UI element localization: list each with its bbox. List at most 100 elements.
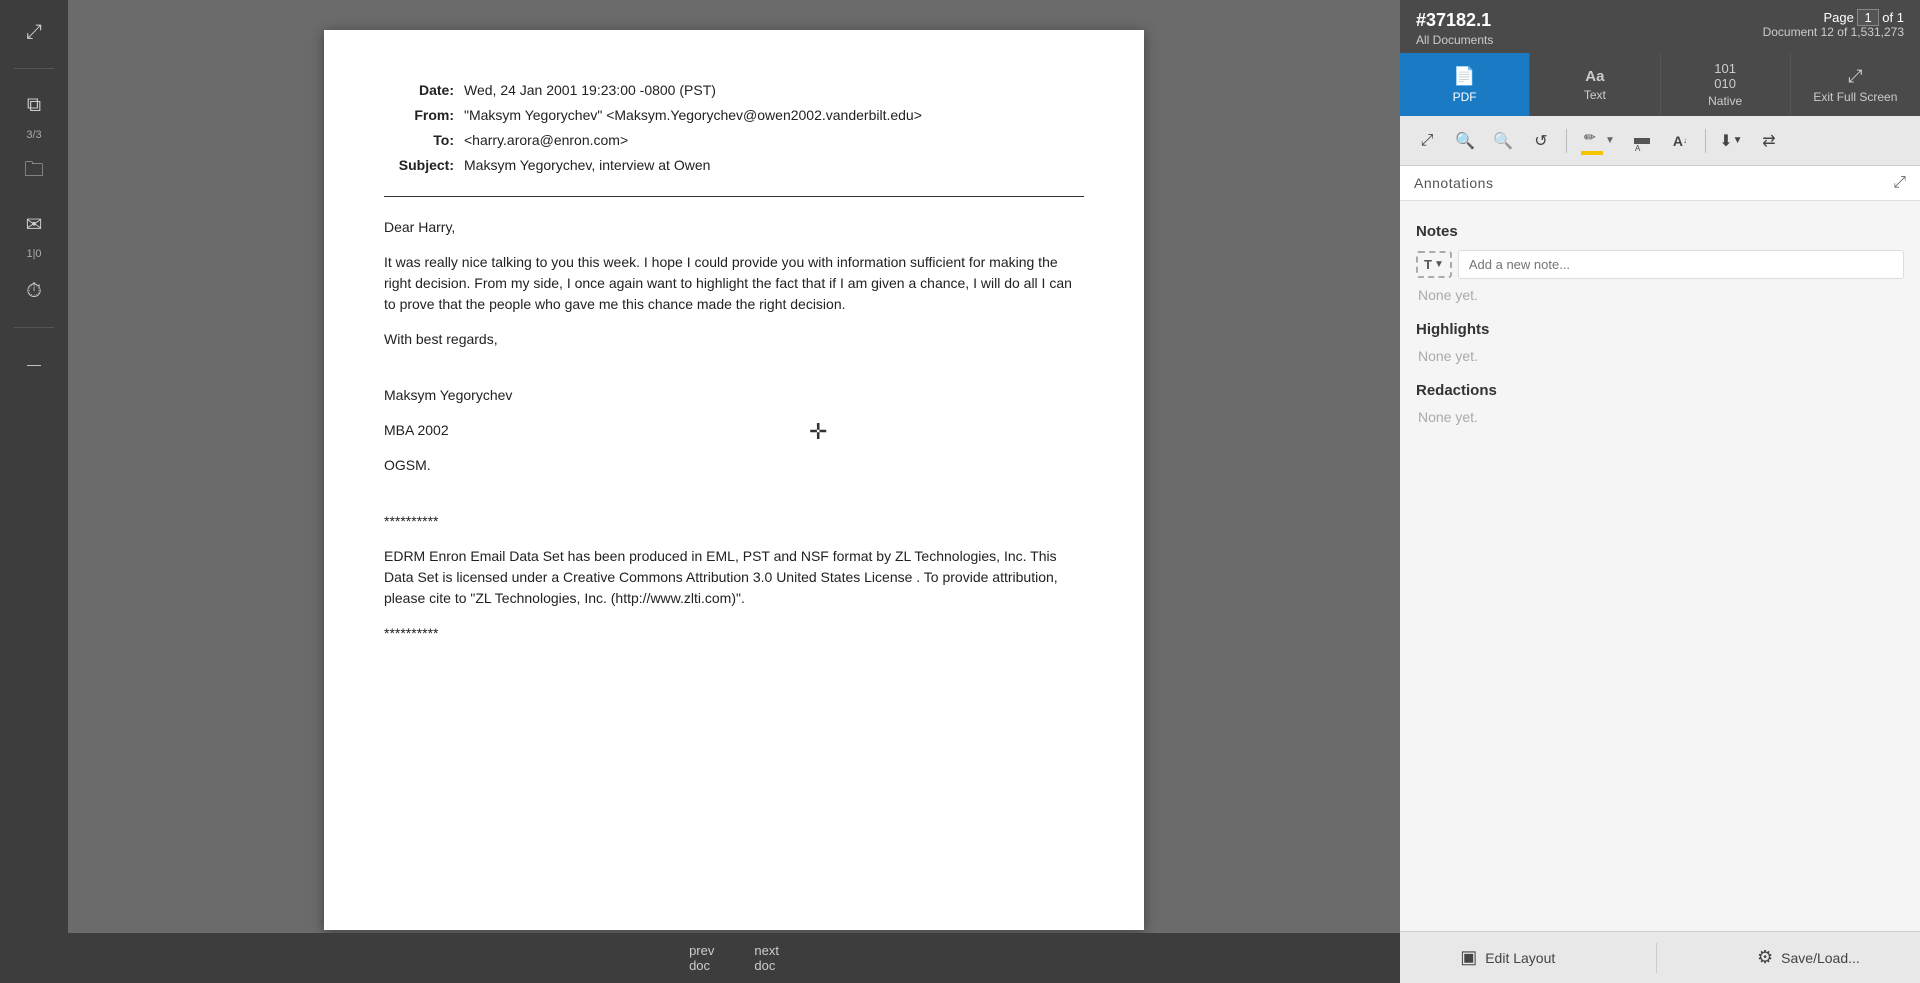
note-input-field[interactable] [1458,250,1904,279]
zoom-out-button[interactable]: 🔍 [1486,125,1520,157]
highlight-icon: ✏ [1581,126,1603,155]
copy-label: 3/3 [26,129,41,142]
pdf-icon: 📄 [1453,66,1475,87]
sidebar: ⤢ ⧉ 3/3 🗀 ✉ 1|0 ⏱ — [0,0,68,983]
note-type-button[interactable]: T ▼ [1416,251,1452,278]
from-label: From: [384,105,454,126]
share-button[interactable]: ⇄ [1752,125,1786,157]
body-paragraph1: It was really nice talking to you this w… [384,252,1084,315]
right-panel: #37182.1 All Documents Page 1 of 1 Docum… [1400,0,1920,983]
email-label: 1|0 [26,248,41,261]
redactions-section-title: Redactions [1416,382,1904,399]
save-load-label: Save/Load... [1781,950,1860,966]
doc-count: Document 12 of 1,531,273 [1763,25,1904,39]
highlight-dropdown-icon[interactable]: ▼ [1605,135,1615,146]
toolbar-divider-2 [1705,129,1706,153]
sidebar-history-group: ⏱ [12,269,56,313]
sidebar-expand-group: ⤢ [12,10,56,54]
text-tab-label: Text [1584,88,1606,102]
fullscreen-icon: ⤢ [1848,66,1862,87]
native-tab-label: Native [1708,94,1742,108]
save-load-button[interactable]: ⚙ Save/Load... [1737,941,1880,974]
document-scroll[interactable]: Date: Wed, 24 Jan 2001 19:23:00 -0800 (P… [68,0,1400,933]
fit-button[interactable]: ⤢ [1410,125,1444,157]
sidebar-divider-1 [14,68,54,69]
sidebar-email-group: ✉ 1|0 [12,202,56,261]
right-panel-bottom-bar: ▣ Edit Layout ⚙ Save/Load... [1400,931,1920,983]
signature-mba: MBA 2002 [384,420,1084,441]
view-tabs: 📄 PDF Aa Text 101010 Native ⤢ Exit Full … [1400,53,1920,116]
to-label: To: [384,130,454,151]
page-info: Page 1 of 1 [1763,10,1904,25]
from-value: "Maksym Yegorychev" <Maksym.Yegorychev@o… [464,105,1084,126]
all-docs-label: All Documents [1416,33,1493,47]
fullscreen-tab[interactable]: ⤢ Exit Full Screen [1791,53,1920,116]
notes-none: None yet. [1418,287,1904,303]
dash-icon[interactable]: — [12,342,56,386]
save-load-icon: ⚙ [1757,947,1773,968]
page-sep: of [1882,10,1893,25]
document-page: Date: Wed, 24 Jan 2001 19:23:00 -0800 (P… [324,30,1144,930]
stars-top: ********** [384,511,1084,532]
pdf-tab[interactable]: 📄 PDF [1400,53,1530,116]
rotate-button[interactable]: ↺ [1524,125,1558,157]
move-handle-icon[interactable]: ✛ [809,415,827,448]
expand-icon[interactable]: ⤢ [12,10,56,54]
next-sub-label: doc [754,958,775,973]
redact-button[interactable]: A [1625,125,1659,157]
native-tab[interactable]: 101010 Native [1661,53,1791,116]
annotations-expand-icon[interactable]: ⤢ [1893,174,1906,192]
native-icon: 101010 [1714,61,1736,91]
email-date-row: Date: Wed, 24 Jan 2001 19:23:00 -0800 (P… [384,80,1084,101]
text-style-button[interactable]: A↓ [1663,125,1697,157]
date-label: Date: [384,80,454,101]
body-regards: With best regards, [384,329,1084,350]
edit-layout-button[interactable]: ▣ Edit Layout [1440,941,1575,974]
to-value: <harry.arora@enron.com> [464,130,1084,151]
redactions-none: None yet. [1418,409,1904,425]
highlight-button[interactable]: ✏ ▼ [1575,122,1621,159]
bottom-bar-divider [1656,943,1657,973]
sidebar-divider-2 [14,327,54,328]
page-label: Page [1823,10,1853,25]
prev-label: prev [689,943,714,958]
page-total: 1 [1897,10,1904,25]
note-type-T: T [1424,257,1432,272]
email-from-row: From: "Maksym Yegorychev" <Maksym.Yegory… [384,105,1084,126]
zoom-in-button[interactable]: 🔍 [1448,125,1482,157]
email-header: Date: Wed, 24 Jan 2001 19:23:00 -0800 (P… [384,80,1084,176]
toolbar: ⤢ 🔍 🔍 ↺ ✏ ▼ A A↓ ⬇▼ ⇄ [1400,116,1920,166]
document-footer: prev doc next doc [68,933,1400,983]
email-to-row: To: <harry.arora@enron.com> [384,130,1084,151]
notes-section-title: Notes [1416,223,1904,240]
folder-icon[interactable]: 🗀 [12,150,56,194]
text-tab[interactable]: Aa Text [1530,53,1660,116]
prev-doc-button[interactable]: prev doc [689,943,714,973]
footer-text: EDRM Enron Email Data Set has been produ… [384,546,1084,609]
toolbar-divider-1 [1566,129,1567,153]
prev-sub-label: doc [689,958,710,973]
note-type-dropdown[interactable]: ▼ [1434,259,1444,270]
download-button[interactable]: ⬇▼ [1714,125,1748,157]
date-value: Wed, 24 Jan 2001 19:23:00 -0800 (PST) [464,80,1084,101]
pdf-tab-label: PDF [1453,90,1477,104]
document-area: Date: Wed, 24 Jan 2001 19:23:00 -0800 (P… [68,0,1400,983]
page-current: 1 [1857,9,1878,26]
subject-label: Subject: [384,155,454,176]
edit-layout-label: Edit Layout [1485,950,1555,966]
annotations-title: Annotations [1414,175,1493,191]
sidebar-copy-group: ⧉ 3/3 [12,83,56,142]
next-doc-button[interactable]: next doc [754,943,779,973]
history-icon[interactable]: ⏱ [12,269,56,313]
svg-text:A: A [1635,144,1641,151]
body-greeting: Dear Harry, [384,217,1084,238]
subject-value: Maksym Yegorychev, interview at Owen [464,155,1084,176]
sidebar-dash-group: — [12,342,56,386]
signature-name: Maksym Yegorychev [384,385,1084,406]
fullscreen-tab-label: Exit Full Screen [1813,90,1897,104]
email-icon[interactable]: ✉ [12,202,56,246]
email-subject-row: Subject: Maksym Yegorychev, interview at… [384,155,1084,176]
email-divider [384,196,1084,197]
annotations-content: Notes T ▼ None yet. Highlights None yet.… [1400,201,1920,931]
copy-icon[interactable]: ⧉ [12,83,56,127]
